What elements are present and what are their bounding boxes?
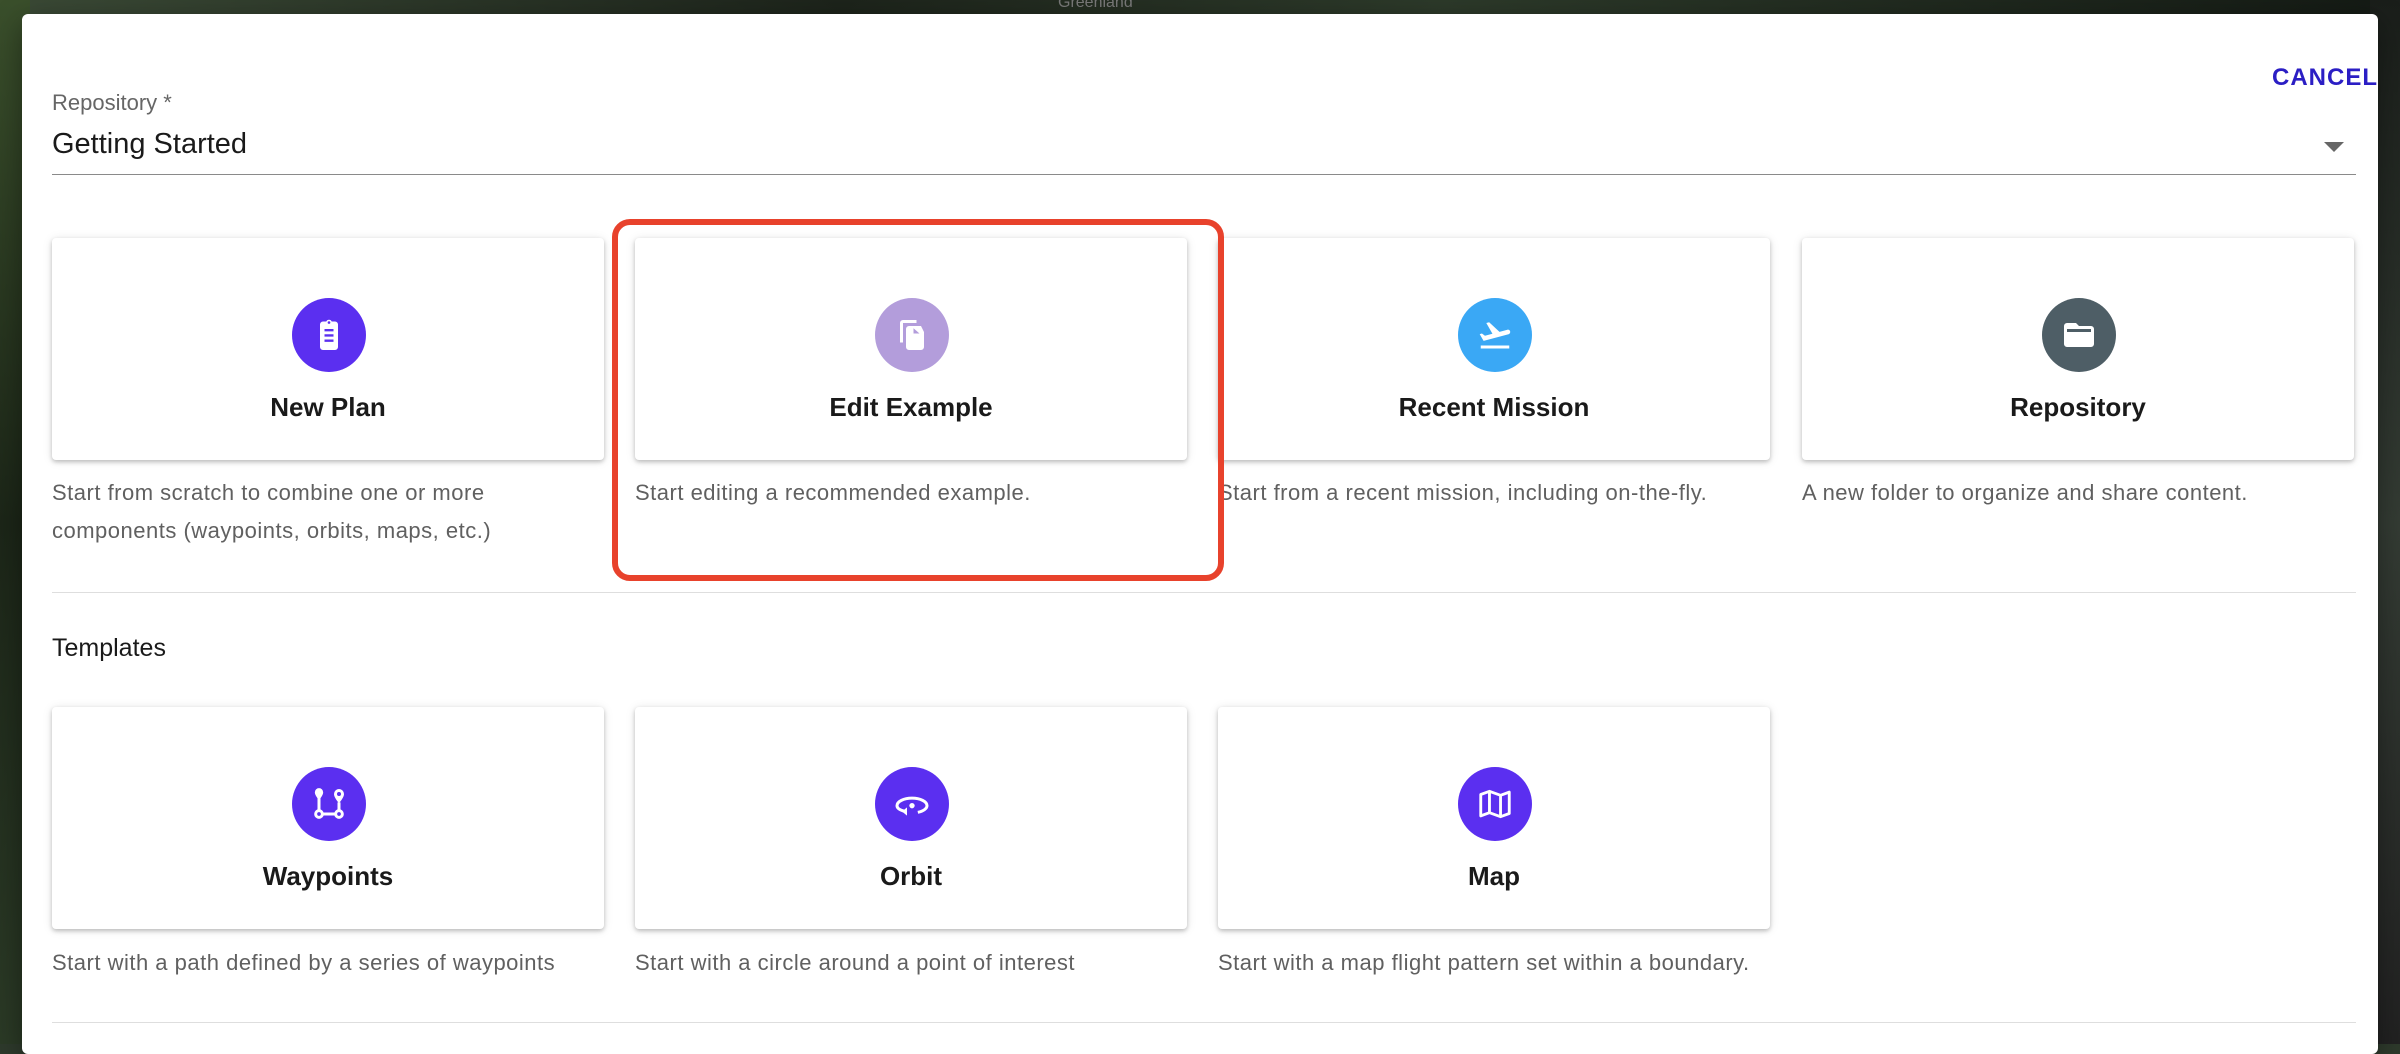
repository-field-label: Repository * xyxy=(52,90,172,115)
card-description: Start from scratch to combine one or mor… xyxy=(52,480,492,543)
repository-card[interactable]: Repository xyxy=(1802,238,2354,460)
card-description: Start with a map flight pattern set with… xyxy=(1218,950,1750,975)
cancel-button[interactable]: CANCEL xyxy=(2272,64,2378,92)
templates-heading: Templates xyxy=(52,634,166,662)
orbit-icon xyxy=(875,767,949,841)
recent-mission-card[interactable]: Recent Mission xyxy=(1218,238,1770,460)
card-title: Repository xyxy=(2010,392,2146,422)
waypoints-route-icon xyxy=(292,767,366,841)
card-description: Start from a recent mission, including o… xyxy=(1218,480,1708,505)
section-divider xyxy=(52,592,2356,593)
card-description: A new folder to organize and share conte… xyxy=(1802,480,2248,505)
card-title: Map xyxy=(1468,861,1520,891)
caret-down-icon[interactable] xyxy=(2324,142,2344,152)
flight-takeoff-icon xyxy=(1458,298,1532,372)
clipboard-icon xyxy=(292,298,366,372)
new-plan-card[interactable]: New Plan xyxy=(52,238,604,460)
new-content-dialog: CANCEL Repository * Getting Started New … xyxy=(22,14,2378,1054)
orbit-template-card[interactable]: Orbit xyxy=(635,707,1187,929)
section-divider xyxy=(52,1022,2356,1023)
card-title: Waypoints xyxy=(262,861,394,891)
folder-open-icon xyxy=(2042,298,2116,372)
waypoints-template-card[interactable]: Waypoints xyxy=(52,707,604,929)
repository-underline xyxy=(52,174,2356,175)
card-title: Orbit xyxy=(879,861,943,891)
repository-select[interactable]: Getting Started xyxy=(52,128,247,161)
card-description: Start with a circle around a point of in… xyxy=(635,950,1075,975)
map-label: Greenland xyxy=(1058,0,1133,11)
map-template-card[interactable]: Map xyxy=(1218,707,1770,929)
card-title: New Plan xyxy=(270,392,386,422)
card-title: Recent Mission xyxy=(1398,392,1590,422)
card-description: Start with a path defined by a series of… xyxy=(52,950,556,975)
map-icon xyxy=(1458,767,1532,841)
highlight-annotation xyxy=(612,219,1224,581)
